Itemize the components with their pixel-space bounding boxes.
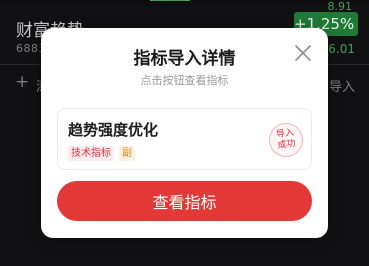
close-icon[interactable] bbox=[292, 42, 314, 64]
indicator-card: 趋势强度优化 技术指标 副 导入 成功 bbox=[57, 108, 312, 170]
indicator-tags: 技术指标 副 bbox=[68, 146, 135, 161]
import-success-stamp: 导入 成功 bbox=[266, 120, 306, 160]
view-indicator-button[interactable]: 查看指标 bbox=[57, 181, 312, 221]
stamp-line-2: 成功 bbox=[277, 138, 297, 152]
tag-technical-indicator: 技术指标 bbox=[68, 146, 114, 161]
divider bbox=[150, 0, 190, 2]
tag-sub-chart: 副 bbox=[119, 146, 135, 161]
import-detail-dialog: 指标导入详情 点击按钮查看指标 趋势强度优化 技术指标 副 导入 成功 查看指标 bbox=[41, 28, 328, 238]
plus-icon[interactable]: + bbox=[15, 72, 29, 92]
dialog-subtitle: 点击按钮查看指标 bbox=[140, 74, 229, 87]
import-link[interactable]: 导入 bbox=[329, 76, 355, 95]
dialog-title: 指标导入详情 bbox=[133, 49, 236, 69]
indicator-name: 趋势强度优化 bbox=[68, 121, 159, 139]
